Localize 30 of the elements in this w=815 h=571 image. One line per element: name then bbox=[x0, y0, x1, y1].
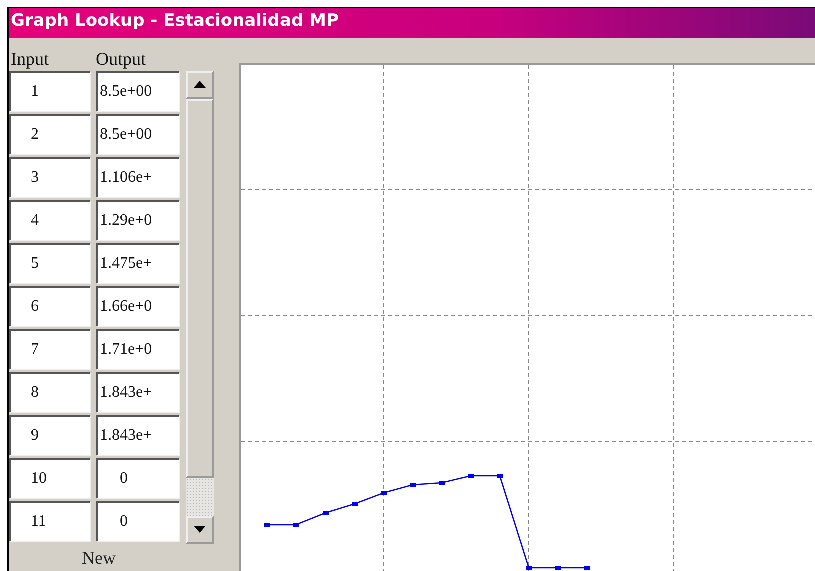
window-title: Graph Lookup - Estacionalidad MP bbox=[9, 8, 815, 38]
input-field[interactable]: 11 bbox=[9, 500, 91, 542]
scroll-up-button[interactable] bbox=[186, 70, 214, 99]
output-field[interactable]: 8.5e+00 bbox=[96, 114, 180, 155]
input-field[interactable]: 9 bbox=[9, 414, 91, 456]
scroll-thumb[interactable] bbox=[186, 98, 214, 478]
input-field[interactable]: 5 bbox=[9, 242, 91, 284]
output-field[interactable]: 1.106e+ bbox=[96, 156, 180, 198]
down-arrow-icon bbox=[194, 526, 206, 534]
column-header: Output bbox=[96, 48, 148, 70]
output-field[interactable]: 1.843e+ bbox=[96, 372, 180, 413]
output-field[interactable]: 1.843e+ bbox=[96, 414, 180, 456]
input-field[interactable]: 10 bbox=[9, 458, 91, 499]
output-field[interactable]: 8.5e+00 bbox=[96, 70, 180, 112]
output-field[interactable]: 0 bbox=[96, 500, 180, 542]
input-field[interactable]: 4 bbox=[9, 200, 91, 241]
output-field[interactable]: 1.29e+0 bbox=[96, 200, 180, 241]
output-field[interactable]: 0 bbox=[96, 458, 180, 499]
input-field[interactable]: 3 bbox=[9, 156, 91, 198]
output-field[interactable]: 1.66e+0 bbox=[96, 286, 180, 327]
input-field[interactable]: 1 bbox=[9, 70, 91, 112]
up-arrow-icon bbox=[194, 81, 206, 88]
input-field[interactable]: 7 bbox=[9, 328, 91, 370]
input-field[interactable]: 8 bbox=[9, 372, 91, 413]
scroll-down-button[interactable] bbox=[186, 516, 214, 544]
input-field[interactable]: 6 bbox=[9, 286, 91, 327]
output-field[interactable]: 1.71e+0 bbox=[96, 328, 180, 370]
column-header: Input bbox=[10, 48, 50, 70]
input-field[interactable]: 2 bbox=[9, 114, 91, 155]
output-field[interactable]: 1.475e+ bbox=[96, 242, 180, 284]
